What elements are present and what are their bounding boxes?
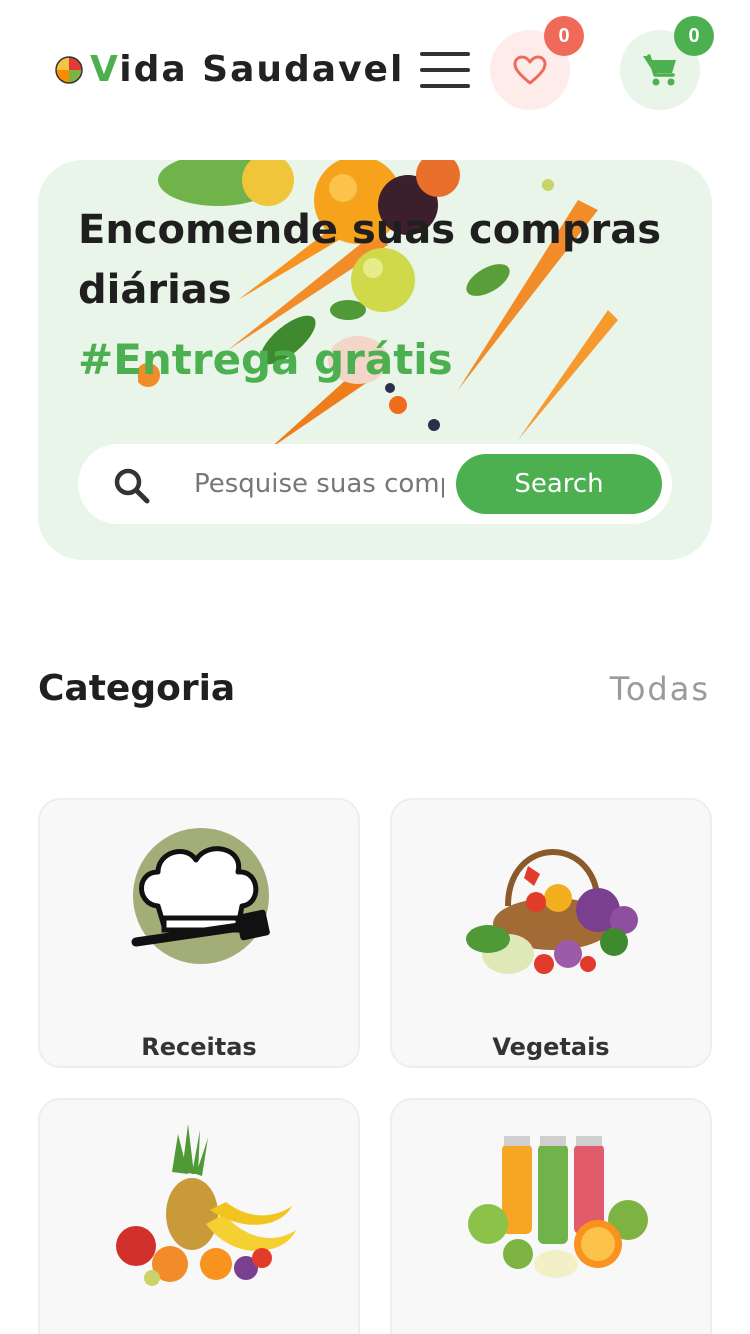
category-card-receitas[interactable]: Receitas: [38, 798, 360, 1068]
brand-name: Vida Saudavel: [90, 49, 405, 90]
search-input[interactable]: [194, 462, 444, 506]
search-button[interactable]: Search: [456, 454, 662, 514]
logo-icon: [55, 56, 83, 84]
category-card-fruits[interactable]: [38, 1098, 360, 1334]
chef-hat-icon: [131, 828, 270, 964]
juices-icon: [468, 1136, 648, 1278]
hero-banner: Encomende suas compras diárias #Entrega …: [38, 160, 712, 560]
search-bar: Search: [78, 444, 672, 524]
category-card-vegetais[interactable]: Vegetais: [390, 798, 712, 1068]
brand-logo[interactable]: Vida Saudavel: [54, 48, 404, 92]
category-label: Vegetais: [492, 1033, 610, 1061]
heart-icon: [513, 55, 547, 85]
categories-title: Categoria: [38, 668, 236, 709]
cart-count-badge: 0: [674, 16, 714, 56]
menu-icon[interactable]: [420, 52, 470, 88]
category-label: Receitas: [141, 1033, 257, 1061]
search-icon: [114, 468, 150, 504]
category-card-juices[interactable]: [390, 1098, 712, 1334]
see-all-categories-link[interactable]: Todas: [610, 664, 710, 714]
cart-icon: [643, 54, 676, 86]
wishlist-count-badge: 0: [544, 16, 584, 56]
app-header: Vida Saudavel 0 0: [0, 0, 750, 140]
vegetable-basket-icon: [466, 849, 638, 974]
hero-title: Encomende suas compras diárias: [78, 207, 662, 313]
fruits-icon: [116, 1124, 296, 1286]
hero-tagline: #Entrega grátis: [78, 335, 453, 384]
